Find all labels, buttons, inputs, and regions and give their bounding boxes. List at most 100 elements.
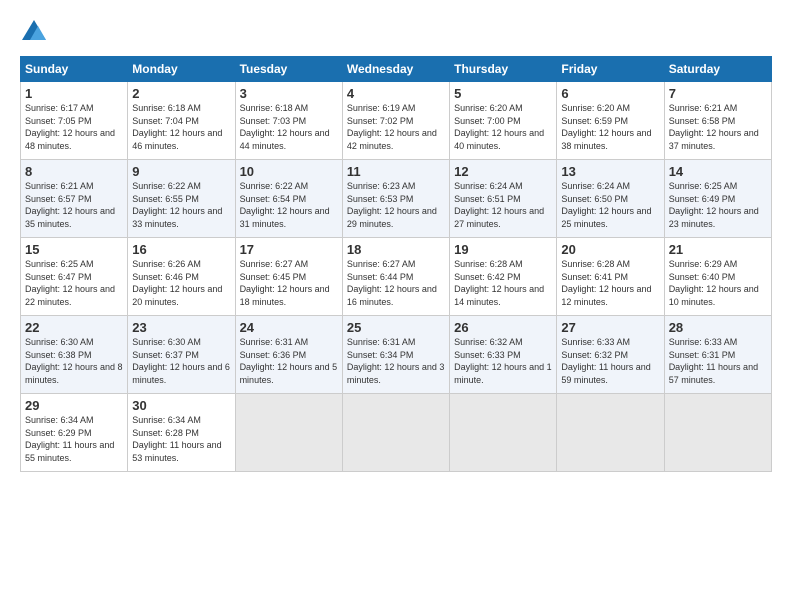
- day-detail: Sunrise: 6:22 AMSunset: 6:55 PMDaylight:…: [132, 181, 222, 229]
- day-detail: Sunrise: 6:17 AMSunset: 7:05 PMDaylight:…: [25, 103, 115, 151]
- day-number: 19: [454, 242, 552, 257]
- calendar-day-cell: 13 Sunrise: 6:24 AMSunset: 6:50 PMDayligh…: [557, 160, 664, 238]
- day-detail: Sunrise: 6:33 AMSunset: 6:31 PMDaylight:…: [669, 337, 758, 385]
- calendar-day-cell: 27 Sunrise: 6:33 AMSunset: 6:32 PMDayligh…: [557, 316, 664, 394]
- header-wednesday: Wednesday: [342, 57, 449, 82]
- day-number: 11: [347, 164, 445, 179]
- day-detail: Sunrise: 6:24 AMSunset: 6:50 PMDaylight:…: [561, 181, 651, 229]
- calendar-day-cell: 12 Sunrise: 6:24 AMSunset: 6:51 PMDayligh…: [450, 160, 557, 238]
- calendar-week-row: 29 Sunrise: 6:34 AMSunset: 6:29 PMDayligh…: [21, 394, 772, 472]
- calendar-day-cell: 28 Sunrise: 6:33 AMSunset: 6:31 PMDayligh…: [664, 316, 771, 394]
- day-detail: Sunrise: 6:34 AMSunset: 6:29 PMDaylight:…: [25, 415, 114, 463]
- day-detail: Sunrise: 6:31 AMSunset: 6:36 PMDaylight:…: [240, 337, 338, 385]
- day-number: 16: [132, 242, 230, 257]
- header-monday: Monday: [128, 57, 235, 82]
- calendar-empty-cell: [342, 394, 449, 472]
- day-number: 22: [25, 320, 123, 335]
- day-number: 29: [25, 398, 123, 413]
- day-number: 28: [669, 320, 767, 335]
- day-detail: Sunrise: 6:24 AMSunset: 6:51 PMDaylight:…: [454, 181, 544, 229]
- header-sunday: Sunday: [21, 57, 128, 82]
- day-detail: Sunrise: 6:21 AMSunset: 6:58 PMDaylight:…: [669, 103, 759, 151]
- day-detail: Sunrise: 6:30 AMSunset: 6:37 PMDaylight:…: [132, 337, 230, 385]
- header: [20, 18, 772, 46]
- calendar-empty-cell: [664, 394, 771, 472]
- calendar-empty-cell: [557, 394, 664, 472]
- day-detail: Sunrise: 6:32 AMSunset: 6:33 PMDaylight:…: [454, 337, 552, 385]
- calendar-day-cell: 29 Sunrise: 6:34 AMSunset: 6:29 PMDayligh…: [21, 394, 128, 472]
- day-number: 4: [347, 86, 445, 101]
- day-number: 27: [561, 320, 659, 335]
- calendar-day-cell: 6 Sunrise: 6:20 AMSunset: 6:59 PMDaylight…: [557, 82, 664, 160]
- calendar-day-cell: 7Sunrise: 6:21 AMSunset: 6:58 PMDaylight…: [664, 82, 771, 160]
- calendar-day-cell: 5 Sunrise: 6:20 AMSunset: 7:00 PMDaylight…: [450, 82, 557, 160]
- calendar-day-cell: 22 Sunrise: 6:30 AMSunset: 6:38 PMDayligh…: [21, 316, 128, 394]
- calendar-week-row: 15Sunrise: 6:25 AMSunset: 6:47 PMDayligh…: [21, 238, 772, 316]
- weekday-header-row: Sunday Monday Tuesday Wednesday Thursday…: [21, 57, 772, 82]
- logo: [20, 18, 50, 46]
- calendar-day-cell: 11 Sunrise: 6:23 AMSunset: 6:53 PMDayligh…: [342, 160, 449, 238]
- calendar-day-cell: 3 Sunrise: 6:18 AMSunset: 7:03 PMDaylight…: [235, 82, 342, 160]
- day-number: 18: [347, 242, 445, 257]
- day-number: 25: [347, 320, 445, 335]
- day-detail: Sunrise: 6:26 AMSunset: 6:46 PMDaylight:…: [132, 259, 222, 307]
- day-detail: Sunrise: 6:23 AMSunset: 6:53 PMDaylight:…: [347, 181, 437, 229]
- day-detail: Sunrise: 6:28 AMSunset: 6:42 PMDaylight:…: [454, 259, 544, 307]
- header-tuesday: Tuesday: [235, 57, 342, 82]
- day-number: 17: [240, 242, 338, 257]
- day-number: 30: [132, 398, 230, 413]
- day-number: 14: [669, 164, 767, 179]
- day-number: 24: [240, 320, 338, 335]
- calendar-week-row: 8 Sunrise: 6:21 AMSunset: 6:57 PMDaylight…: [21, 160, 772, 238]
- day-number: 12: [454, 164, 552, 179]
- day-number: 2: [132, 86, 230, 101]
- day-detail: Sunrise: 6:21 AMSunset: 6:57 PMDaylight:…: [25, 181, 115, 229]
- day-number: 13: [561, 164, 659, 179]
- calendar-day-cell: 8 Sunrise: 6:21 AMSunset: 6:57 PMDaylight…: [21, 160, 128, 238]
- day-detail: Sunrise: 6:18 AMSunset: 7:03 PMDaylight:…: [240, 103, 330, 151]
- calendar-day-cell: 9 Sunrise: 6:22 AMSunset: 6:55 PMDaylight…: [128, 160, 235, 238]
- calendar-empty-cell: [235, 394, 342, 472]
- day-detail: Sunrise: 6:34 AMSunset: 6:28 PMDaylight:…: [132, 415, 221, 463]
- day-detail: Sunrise: 6:18 AMSunset: 7:04 PMDaylight:…: [132, 103, 222, 151]
- day-detail: Sunrise: 6:31 AMSunset: 6:34 PMDaylight:…: [347, 337, 445, 385]
- calendar-table: Sunday Monday Tuesday Wednesday Thursday…: [20, 56, 772, 472]
- header-saturday: Saturday: [664, 57, 771, 82]
- day-detail: Sunrise: 6:27 AMSunset: 6:44 PMDaylight:…: [347, 259, 437, 307]
- day-detail: Sunrise: 6:29 AMSunset: 6:40 PMDaylight:…: [669, 259, 759, 307]
- header-friday: Friday: [557, 57, 664, 82]
- calendar-day-cell: 30 Sunrise: 6:34 AMSunset: 6:28 PMDayligh…: [128, 394, 235, 472]
- day-detail: Sunrise: 6:19 AMSunset: 7:02 PMDaylight:…: [347, 103, 437, 151]
- day-number: 5: [454, 86, 552, 101]
- calendar-day-cell: 15Sunrise: 6:25 AMSunset: 6:47 PMDayligh…: [21, 238, 128, 316]
- calendar-day-cell: 20Sunrise: 6:28 AMSunset: 6:41 PMDayligh…: [557, 238, 664, 316]
- day-number: 8: [25, 164, 123, 179]
- day-number: 23: [132, 320, 230, 335]
- day-number: 9: [132, 164, 230, 179]
- calendar-day-cell: 17 Sunrise: 6:27 AMSunset: 6:45 PMDayligh…: [235, 238, 342, 316]
- calendar-week-row: 22 Sunrise: 6:30 AMSunset: 6:38 PMDayligh…: [21, 316, 772, 394]
- calendar-day-cell: 23 Sunrise: 6:30 AMSunset: 6:37 PMDayligh…: [128, 316, 235, 394]
- calendar-day-cell: 1 Sunrise: 6:17 AMSunset: 7:05 PMDaylight…: [21, 82, 128, 160]
- calendar-day-cell: 19 Sunrise: 6:28 AMSunset: 6:42 PMDayligh…: [450, 238, 557, 316]
- header-thursday: Thursday: [450, 57, 557, 82]
- calendar-empty-cell: [450, 394, 557, 472]
- logo-icon: [20, 18, 48, 46]
- day-detail: Sunrise: 6:22 AMSunset: 6:54 PMDaylight:…: [240, 181, 330, 229]
- day-detail: Sunrise: 6:27 AMSunset: 6:45 PMDaylight:…: [240, 259, 330, 307]
- day-detail: Sunrise: 6:30 AMSunset: 6:38 PMDaylight:…: [25, 337, 123, 385]
- day-number: 20: [561, 242, 659, 257]
- day-number: 3: [240, 86, 338, 101]
- calendar-week-row: 1 Sunrise: 6:17 AMSunset: 7:05 PMDaylight…: [21, 82, 772, 160]
- day-detail: Sunrise: 6:20 AMSunset: 6:59 PMDaylight:…: [561, 103, 651, 151]
- day-detail: Sunrise: 6:25 AMSunset: 6:49 PMDaylight:…: [669, 181, 759, 229]
- day-number: 15: [25, 242, 123, 257]
- day-number: 1: [25, 86, 123, 101]
- day-detail: Sunrise: 6:20 AMSunset: 7:00 PMDaylight:…: [454, 103, 544, 151]
- calendar-day-cell: 14 Sunrise: 6:25 AMSunset: 6:49 PMDayligh…: [664, 160, 771, 238]
- calendar-day-cell: 10Sunrise: 6:22 AMSunset: 6:54 PMDayligh…: [235, 160, 342, 238]
- day-detail: Sunrise: 6:33 AMSunset: 6:32 PMDaylight:…: [561, 337, 650, 385]
- calendar-day-cell: 26 Sunrise: 6:32 AMSunset: 6:33 PMDayligh…: [450, 316, 557, 394]
- day-number: 6: [561, 86, 659, 101]
- day-number: 26: [454, 320, 552, 335]
